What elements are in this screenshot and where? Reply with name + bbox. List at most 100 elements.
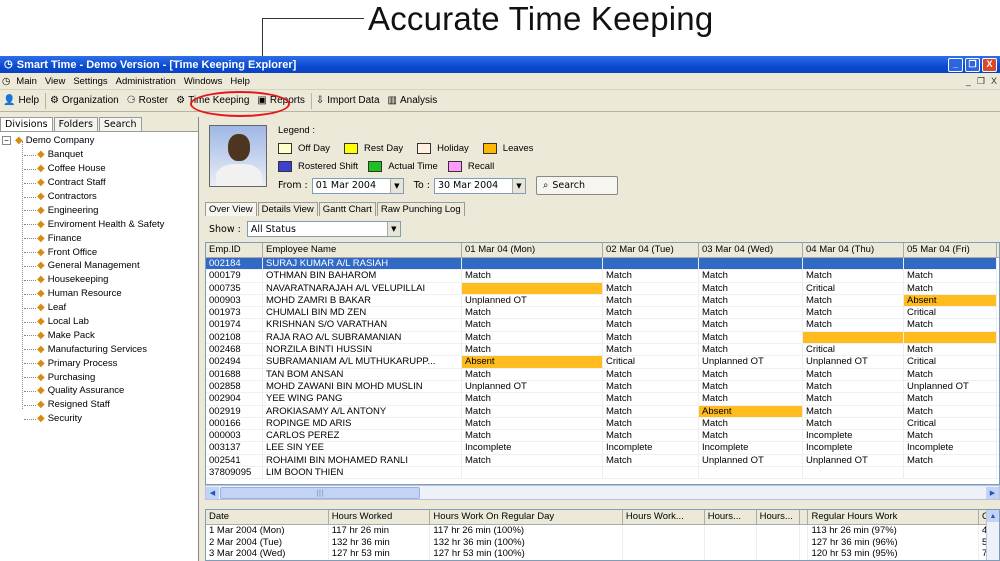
status-cell[interactable]: Match xyxy=(462,405,603,417)
tree-item[interactable]: ◆ Contractors xyxy=(2,190,198,204)
status-cell[interactable]: Absent xyxy=(462,356,603,368)
status-cell[interactable]: Unplanned OT xyxy=(803,356,904,368)
status-cell[interactable]: Match xyxy=(603,270,699,282)
emp-id-cell[interactable]: 37809095 xyxy=(206,467,263,479)
employee-name-cell[interactable]: AROKIASAMY A/L ANTONY xyxy=(263,405,462,417)
emp-id-cell[interactable]: 000903 xyxy=(206,294,263,307)
minimize-button[interactable]: _ xyxy=(948,57,963,72)
emp-id-cell[interactable]: 000735 xyxy=(206,282,263,294)
status-cell[interactable]: Unplanned OT xyxy=(699,454,803,467)
tab-details-view[interactable]: Details View xyxy=(257,202,318,216)
tree-item[interactable]: ◆ Contract Staff xyxy=(2,176,198,190)
scroll-left-icon[interactable]: ◀ xyxy=(206,487,219,499)
status-cell[interactable] xyxy=(699,467,803,479)
status-cell[interactable]: Match xyxy=(699,368,803,380)
status-cell[interactable]: Unplanned OT xyxy=(462,294,603,307)
column-header[interactable]: 05 Mar 04 (Fri) xyxy=(904,243,997,257)
mdi-close-button[interactable]: X xyxy=(988,76,1000,86)
status-cell[interactable]: Match xyxy=(803,294,904,307)
summary-column-header[interactable]: Hours Work... xyxy=(623,510,705,524)
mdi-restore-button[interactable]: ❐ xyxy=(974,76,988,87)
status-cell[interactable] xyxy=(603,258,699,270)
summary-column-header[interactable]: Regular Hours Work xyxy=(808,510,980,524)
tree-item[interactable]: ◆ Engineering xyxy=(2,203,198,217)
status-cell[interactable]: Match xyxy=(904,393,997,405)
menu-administration[interactable]: Administration xyxy=(112,76,180,87)
menu-main[interactable]: Main xyxy=(12,76,41,87)
status-cell[interactable] xyxy=(603,467,699,479)
status-cell[interactable]: Match xyxy=(603,282,699,294)
mdi-minimize-button[interactable]: _ xyxy=(963,76,974,86)
status-cell[interactable]: Match xyxy=(462,331,603,344)
tree-item[interactable]: ◆ Banquet xyxy=(2,148,198,162)
status-cell[interactable]: Match xyxy=(699,282,803,294)
table-row[interactable]: 002494 SUBRAMANIAM A/L MUTHUKARUPP... Abse… xyxy=(206,356,999,369)
tab-search[interactable]: Search xyxy=(98,117,142,131)
vertical-scrollbar[interactable]: ▲ xyxy=(986,510,999,560)
status-cell[interactable]: Incomplete xyxy=(803,442,904,454)
column-header[interactable]: 03 Mar 04 (Wed) xyxy=(699,243,803,257)
status-cell[interactable]: Match xyxy=(462,393,603,405)
table-row[interactable]: 002108 RAJA RAO A/L SUBRAMANIAN Match Match… xyxy=(206,331,999,345)
employee-name-cell[interactable]: ROHAIMI BIN MOHAMED RANLI xyxy=(263,454,462,467)
table-row[interactable]: 002468 NORZILA BINTI HUSSIN Match Match Matc… xyxy=(206,344,999,357)
summary-row[interactable]: 2 Mar 2004 (Tue) 132 hr 36 min 132 hr 36 m… xyxy=(206,536,999,548)
status-cell[interactable]: Incomplete xyxy=(462,442,603,454)
status-cell[interactable]: Match xyxy=(462,430,603,442)
emp-id-cell[interactable]: 002494 xyxy=(206,356,263,368)
table-row[interactable]: 002904 YEE WING PANG Match Match Match Match M… xyxy=(206,393,999,406)
status-cell[interactable]: Match xyxy=(904,368,997,380)
tree-item[interactable]: ◆ Make Pack xyxy=(2,328,198,342)
status-select[interactable]: All Status ▼ xyxy=(246,221,401,237)
status-cell[interactable]: Match xyxy=(904,344,997,356)
emp-id-cell[interactable]: 001973 xyxy=(206,307,263,319)
tree-item[interactable]: ◆ Human Resource xyxy=(2,287,198,301)
status-cell[interactable]: Match xyxy=(462,344,603,356)
status-cell[interactable]: Critical xyxy=(904,417,997,430)
emp-id-cell[interactable]: 002184 xyxy=(206,258,263,270)
status-cell[interactable]: Match xyxy=(462,417,603,430)
status-cell[interactable]: Unplanned OT xyxy=(462,380,603,393)
status-cell[interactable]: Match xyxy=(603,380,699,393)
emp-id-cell[interactable]: 001974 xyxy=(206,319,263,331)
table-row[interactable]: 37809095 LIM BOON THIEN xyxy=(206,467,999,480)
status-cell[interactable]: Match xyxy=(603,319,699,331)
status-cell[interactable] xyxy=(462,467,603,479)
to-date-picker[interactable]: 30 Mar 2004 ▼ xyxy=(434,177,526,194)
restore-button[interactable]: ❐ xyxy=(965,57,980,72)
employee-name-cell[interactable]: YEE WING PANG xyxy=(263,393,462,405)
status-cell[interactable]: Match xyxy=(603,368,699,380)
employee-name-cell[interactable]: SURAJ KUMAR A/L RASIAH xyxy=(263,258,462,270)
column-header[interactable]: 02 Mar 04 (Tue) xyxy=(603,243,699,257)
table-row[interactable]: 002184 SURAJ KUMAR A/L RASIAH xyxy=(206,258,999,271)
employee-name-cell[interactable]: NAVARATNARAJAH A/L VELUPILLAI xyxy=(263,282,462,294)
tree-item[interactable]: ◆ Local Lab xyxy=(2,315,198,329)
import-data-button[interactable]: ⇩ Import Data xyxy=(314,92,384,110)
tree-item[interactable]: ◆ Housekeeping xyxy=(2,273,198,287)
status-cell[interactable]: Match xyxy=(462,307,603,319)
status-cell[interactable]: Incomplete xyxy=(803,430,904,442)
status-cell[interactable]: Match xyxy=(699,270,803,282)
table-row[interactable]: 001973 CHUMALI BIN MD ZEN Match Match Match M… xyxy=(206,307,999,320)
status-cell[interactable]: Match xyxy=(904,430,997,442)
status-cell[interactable]: Match xyxy=(699,319,803,331)
tree-item[interactable]: ◆ General Management xyxy=(2,259,198,273)
status-cell[interactable] xyxy=(803,258,904,270)
emp-id-cell[interactable]: 002919 xyxy=(206,405,263,417)
status-cell[interactable]: Critical xyxy=(904,307,997,319)
status-cell[interactable]: Match xyxy=(699,380,803,393)
tab-gantt-chart[interactable]: Gantt Chart xyxy=(318,202,376,216)
emp-id-cell[interactable]: 002858 xyxy=(206,380,263,393)
status-cell[interactable]: Absent xyxy=(699,405,803,417)
table-row[interactable]: 000735 NAVARATNARAJAH A/L VELUPILLAI Match… xyxy=(206,282,999,295)
status-cell[interactable]: Match xyxy=(462,319,603,331)
scroll-right-icon[interactable]: ▶ xyxy=(986,487,999,499)
employee-name-cell[interactable]: MOHD ZAMRI B BAKAR xyxy=(263,294,462,307)
emp-id-cell[interactable]: 003137 xyxy=(206,442,263,454)
status-cell[interactable]: Match xyxy=(699,430,803,442)
table-row[interactable]: 002919 AROKIASAMY A/L ANTONY Match Match Abs… xyxy=(206,405,999,418)
employee-name-cell[interactable]: OTHMAN BIN BAHAROM xyxy=(263,270,462,282)
table-row[interactable]: 001974 KRISHNAN S/O VARATHAN Match Match Mat… xyxy=(206,319,999,332)
employee-name-cell[interactable]: LIM BOON THIEN xyxy=(263,467,462,479)
status-cell[interactable]: Match xyxy=(699,294,803,307)
